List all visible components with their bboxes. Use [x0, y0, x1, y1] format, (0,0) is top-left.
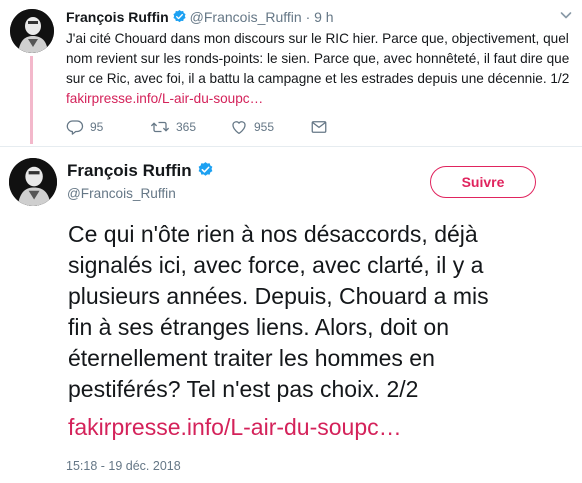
avatar[interactable] [9, 158, 57, 206]
author-name[interactable]: François Ruffin [67, 161, 192, 180]
follow-button[interactable]: Suivre [430, 166, 536, 198]
author-handle[interactable]: @Francois_Ruffin [190, 9, 302, 25]
author-handle[interactable]: @Francois_Ruffin [67, 186, 176, 201]
retweet-icon [150, 118, 170, 136]
tweet-body: J'ai cité Chouard dans mon discours sur … [66, 31, 570, 86]
thread-line [30, 56, 33, 144]
tweet-date[interactable]: 15:18 - 19 déc. 2018 [66, 459, 181, 473]
verified-badge-icon [197, 161, 214, 183]
tweet-time[interactable]: 9 h [314, 9, 333, 25]
author-name-row: François Ruffin [67, 161, 217, 183]
divider [0, 146, 582, 147]
reply-count: 95 [90, 120, 104, 134]
tweet-text: J'ai cité Chouard dans mon discours sur … [66, 29, 576, 109]
tweet-link[interactable]: fakirpresse.info/L-air-du-soupc… [66, 91, 263, 106]
message-icon [310, 118, 328, 136]
separator-dot: · [305, 9, 311, 25]
chevron-down-icon[interactable] [559, 8, 573, 22]
tweet-link[interactable]: fakirpresse.info/L-air-du-soupc… [68, 412, 402, 443]
reply-button[interactable]: 95 [66, 118, 103, 136]
retweet-button[interactable]: 365 [150, 118, 196, 136]
like-count: 955 [254, 120, 275, 134]
reply-icon [66, 118, 84, 136]
like-button[interactable]: 955 [230, 118, 274, 136]
retweet-count: 365 [176, 120, 197, 134]
avatar[interactable] [10, 9, 54, 53]
tweet-header: François Ruffin @Francois_Ruffin · 9 h [66, 9, 334, 27]
verified-badge-icon [172, 9, 187, 27]
tweet-text: Ce qui n'ôte rien à nos désaccords, déjà… [68, 221, 489, 402]
like-icon [230, 118, 248, 136]
message-button[interactable] [310, 118, 328, 136]
author-name[interactable]: François Ruffin [66, 9, 169, 25]
